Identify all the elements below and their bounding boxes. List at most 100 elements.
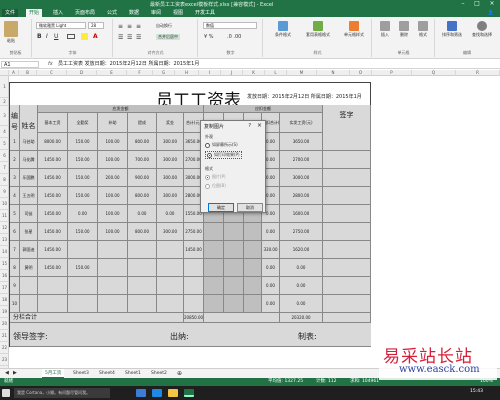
underline-button[interactable]: U (54, 33, 58, 40)
salary-value-cell[interactable] (224, 259, 244, 277)
salary-value-cell[interactable]: 0.00 (262, 295, 280, 313)
salary-value-cell[interactable] (98, 277, 128, 295)
cortana-search[interactable]: 我是 Cortana，小娜。有问题尽管问我。 (14, 388, 110, 398)
salary-value-cell[interactable]: 150.00 (68, 187, 98, 205)
salary-value-cell[interactable]: 150.00 (68, 169, 98, 187)
subtotal-blank[interactable] (204, 313, 280, 323)
salary-value-cell[interactable]: 3650.00 (280, 133, 323, 151)
subtotal-net[interactable]: 20320.00 (280, 313, 323, 323)
signature-cell[interactable] (323, 223, 371, 241)
salary-value-cell[interactable] (224, 295, 244, 313)
salary-value-cell[interactable]: 2750.00 (184, 223, 204, 241)
salary-value-cell[interactable] (204, 277, 224, 295)
salary-value-cell[interactable] (184, 277, 204, 295)
header-deduct[interactable]: 应扣金额 (204, 105, 323, 113)
next-sheet-icon[interactable]: ▶ (10, 369, 20, 378)
salary-value-cell[interactable] (38, 295, 68, 313)
fx-icon[interactable]: fx (48, 61, 53, 67)
salary-value-cell[interactable]: 700.00 (128, 151, 157, 169)
fill-color-icon[interactable] (81, 33, 88, 40)
number-format-select[interactable]: 数值 (203, 22, 257, 29)
font-name-select[interactable]: 微软雅黑 Light (36, 22, 86, 29)
font-color-icon[interactable]: A (93, 33, 98, 40)
tab-review[interactable]: 审阅 (148, 9, 164, 17)
salary-value-cell[interactable] (157, 259, 184, 277)
signature-cell[interactable] (323, 241, 371, 259)
option-picture[interactable]: 图片(P) (205, 174, 226, 180)
employee-name-cell[interactable]: 马化腾 (20, 151, 38, 169)
conditional-format-button[interactable]: 条件格式 (268, 21, 298, 38)
row-header[interactable]: 4 (0, 126, 9, 138)
employee-name-cell[interactable]: 王五明 (20, 187, 38, 205)
salary-value-cell[interactable]: 1450.00 (38, 169, 68, 187)
salary-value-cell[interactable] (244, 277, 262, 295)
salary-value-cell[interactable] (68, 241, 98, 259)
sub-header-cell[interactable]: 实发工资(元) (280, 113, 323, 133)
row-header[interactable]: 9 (0, 186, 9, 198)
row-header[interactable]: 6 (0, 150, 9, 162)
salary-value-cell[interactable] (204, 241, 224, 259)
salary-value-cell[interactable] (204, 295, 224, 313)
tab-developer[interactable]: 开发工具 (192, 9, 218, 17)
signature-cell[interactable] (323, 151, 371, 169)
row-header[interactable]: 10 (0, 198, 9, 210)
salary-value-cell[interactable]: 3000.00 (280, 169, 323, 187)
employee-name-cell[interactable]: 郭国迪 (20, 241, 38, 259)
salary-value-cell[interactable]: 300.00 (157, 169, 184, 187)
subtotal-value[interactable]: 20850.00 (184, 313, 204, 323)
sort-filter-button[interactable]: 排序和筛选 (438, 21, 466, 38)
border-icon[interactable] (67, 34, 75, 39)
formula-input[interactable]: 员工工资表 发放日期：2015年2月12日 所属日期：2015年1月 (58, 61, 199, 68)
salary-value-cell[interactable] (68, 295, 98, 313)
row-header[interactable]: 16 (0, 270, 9, 282)
salary-value-cell[interactable] (157, 241, 184, 259)
salary-value-cell[interactable] (128, 277, 157, 295)
salary-value-cell[interactable]: 300.00 (157, 151, 184, 169)
option-bitmap[interactable]: 位图(B) (205, 183, 226, 189)
row-header[interactable]: 15 (0, 258, 9, 270)
salary-value-cell[interactable]: 150.00 (68, 151, 98, 169)
salary-value-cell[interactable]: 0.00 (262, 223, 280, 241)
help-icon[interactable]: ? (248, 123, 251, 129)
salary-value-cell[interactable]: 100.00 (98, 187, 128, 205)
salary-value-cell[interactable]: 100.00 (98, 133, 128, 151)
wrap-text-button[interactable]: 自动换行 (156, 23, 172, 29)
salary-value-cell[interactable] (244, 295, 262, 313)
salary-value-cell[interactable]: 800.00 (128, 133, 157, 151)
salary-value-cell[interactable] (224, 241, 244, 259)
row-number-cell[interactable]: 4 (10, 187, 20, 205)
salary-value-cell[interactable] (128, 295, 157, 313)
option-as-printed[interactable]: 如打印效果(P) (205, 151, 242, 159)
row-header[interactable]: 13 (0, 234, 9, 246)
task-view-icon[interactable] (136, 389, 146, 397)
salary-value-cell[interactable] (68, 277, 98, 295)
row-header[interactable]: 3 (0, 106, 9, 126)
salary-value-cell[interactable] (128, 259, 157, 277)
salary-value-cell[interactable] (184, 295, 204, 313)
salary-value-cell[interactable]: 300.00 (157, 223, 184, 241)
salary-value-cell[interactable] (184, 259, 204, 277)
paste-button[interactable]: 粘贴 (4, 21, 18, 44)
salary-value-cell[interactable]: 0.00 (280, 277, 323, 295)
signature-cell[interactable] (323, 205, 371, 223)
salary-value-cell[interactable]: 2800.00 (280, 187, 323, 205)
salary-value-cell[interactable]: 1600.00 (280, 205, 323, 223)
sub-header-cell[interactable]: 提成 (128, 113, 157, 133)
signature-cell[interactable] (323, 169, 371, 187)
bold-button[interactable]: B (37, 33, 42, 40)
tab-home[interactable]: 开始 (26, 9, 43, 17)
row-number-cell[interactable]: 6 (10, 223, 20, 241)
employee-name-cell[interactable]: 司徒 (20, 205, 38, 223)
delete-cells-button[interactable]: 删除 (395, 21, 413, 38)
row-header[interactable]: 5 (0, 138, 9, 150)
salary-value-cell[interactable] (98, 295, 128, 313)
ok-button[interactable]: 确定 (208, 203, 234, 212)
row-header[interactable]: 1 (0, 76, 9, 98)
tab-file[interactable]: 文件 (2, 9, 19, 17)
align-center-icon[interactable]: ☰ (127, 34, 132, 41)
sheet-tab-active[interactable]: 5月工资 (42, 369, 65, 378)
tab-page-layout[interactable]: 页面布局 (72, 9, 98, 17)
sheet-tab[interactable]: Sheet2 (148, 369, 170, 378)
salary-value-cell[interactable] (98, 259, 128, 277)
add-sheet-icon[interactable]: ⊕ (174, 369, 185, 378)
